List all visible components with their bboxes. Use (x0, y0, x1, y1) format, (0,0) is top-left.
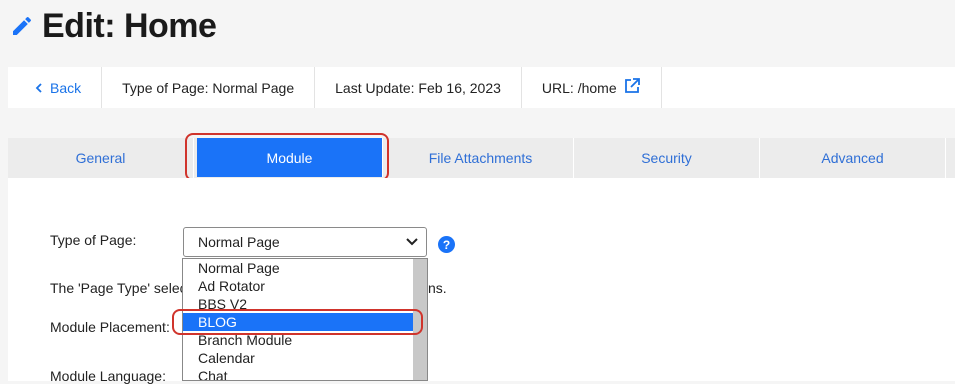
type-of-page-select[interactable]: Normal Page (183, 227, 427, 257)
back-button[interactable]: Back (8, 67, 103, 108)
chevron-left-icon (35, 82, 42, 93)
option-ad-rotator[interactable]: Ad Rotator (183, 277, 413, 295)
tab-file-attachments[interactable]: File Attachments (388, 138, 574, 178)
option-blog[interactable]: BLOG (183, 313, 413, 331)
type-of-page-info: Type of Page: Normal Page (102, 67, 316, 108)
module-placement-label: Module Placement: (50, 319, 170, 335)
help-icon[interactable]: ? (438, 236, 455, 253)
page-title: Edit: Home (42, 6, 217, 45)
page-type-dropdown-list: Normal Page Ad Rotator BBS V2 BLOG Branc… (182, 258, 428, 381)
pencil-icon (10, 14, 34, 38)
tab-advanced[interactable]: Advanced (760, 138, 946, 178)
page-header: Edit: Home (10, 4, 217, 48)
tab-general[interactable]: General (8, 138, 194, 178)
external-link-icon[interactable] (623, 77, 641, 98)
url-info: URL: /home (522, 67, 662, 108)
module-language-label: Module Language: (50, 368, 166, 384)
url-label: URL: /home (541, 79, 617, 96)
option-calendar[interactable]: Calendar (183, 349, 413, 367)
last-update-info: Last Update: Feb 16, 2023 (315, 67, 522, 108)
tab-module[interactable]: Module (197, 138, 383, 177)
chevron-down-icon (406, 238, 418, 246)
dropdown-scrollbar[interactable] (413, 259, 427, 380)
option-branch-module[interactable]: Branch Module (183, 331, 413, 349)
tab-module-wrapper: Module (194, 138, 388, 178)
option-chat[interactable]: Chat (183, 367, 413, 380)
page-info-bar: Back Type of Page: Normal Page Last Upda… (8, 67, 955, 108)
tab-bar: General Module File Attachments Security… (8, 138, 955, 178)
back-label: Back (50, 79, 82, 96)
page-type-description: The 'Page Type' selec (50, 280, 187, 296)
select-value: Normal Page (198, 234, 280, 250)
tab-security[interactable]: Security (574, 138, 760, 178)
page-type-description-end: ns. (428, 280, 447, 296)
option-normal-page[interactable]: Normal Page (183, 259, 413, 277)
type-of-page-label: Type of Page: (50, 232, 137, 248)
option-bbs-v2[interactable]: BBS V2 (183, 295, 413, 313)
